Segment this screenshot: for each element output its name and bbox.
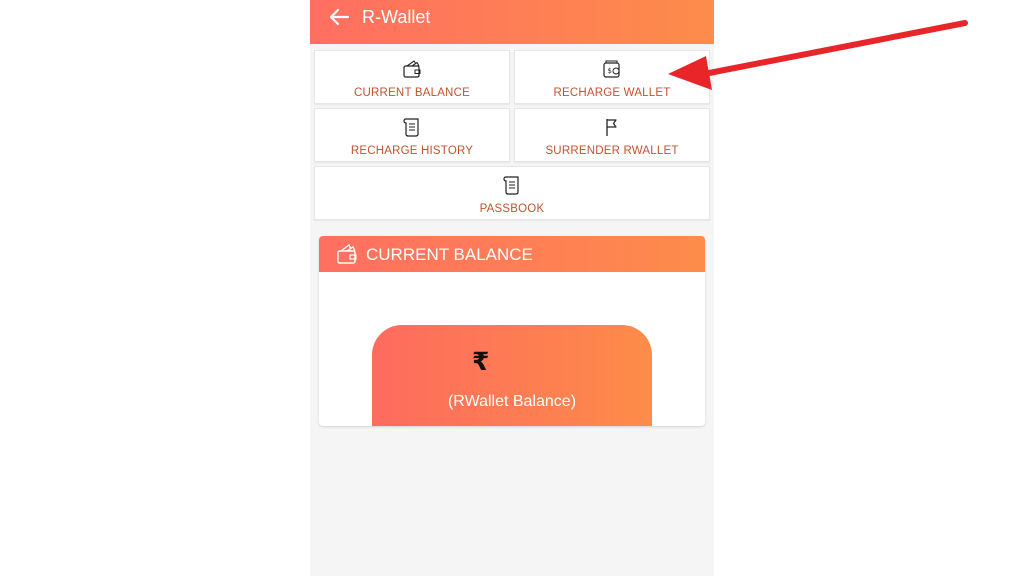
screenshot-stage: R-Wallet CURRENT BALANCE $ RECHARGE WALL… [0, 0, 1024, 576]
current-balance-card: CURRENT BALANCE ₹ (RWallet Balance) [319, 236, 705, 426]
phone-screen: R-Wallet CURRENT BALANCE $ RECHARGE WALL… [310, 0, 714, 576]
scroll-icon [503, 176, 519, 195]
current-balance-label: CURRENT BALANCE [354, 87, 470, 99]
current-balance-tile[interactable]: CURRENT BALANCE [314, 50, 510, 104]
annotation-arrow-icon [668, 20, 968, 90]
recharge-history-tile[interactable]: RECHARGE HISTORY [314, 108, 510, 162]
svg-text:$: $ [608, 67, 612, 75]
app-title: R-Wallet [362, 7, 431, 27]
scroll-icon [403, 118, 419, 137]
surrender-rwallet-tile[interactable]: SURRENDER RWALLET [514, 108, 710, 162]
balance-caption: (RWallet Balance) [447, 393, 577, 410]
rupee-symbol: ₹ [472, 347, 490, 376]
flag-icon [606, 119, 617, 136]
recharge-history-label: RECHARGE HISTORY [350, 145, 474, 157]
passbook-tile[interactable]: PASSBOOK [314, 166, 710, 220]
app-bar: R-Wallet [310, 0, 714, 44]
back-arrow-icon[interactable] [328, 8, 350, 26]
card-title: CURRENT BALANCE [366, 245, 533, 264]
wallet-icon [403, 60, 421, 78]
wallet-recharge-icon: $ [603, 60, 620, 78]
passbook-label: PASSBOOK [479, 203, 545, 215]
card-header: CURRENT BALANCE [319, 236, 705, 272]
balance-display: ₹ (RWallet Balance) [372, 325, 652, 426]
surrender-rwallet-label: SURRENDER RWALLET [545, 145, 679, 157]
wallet-icon [337, 244, 357, 264]
